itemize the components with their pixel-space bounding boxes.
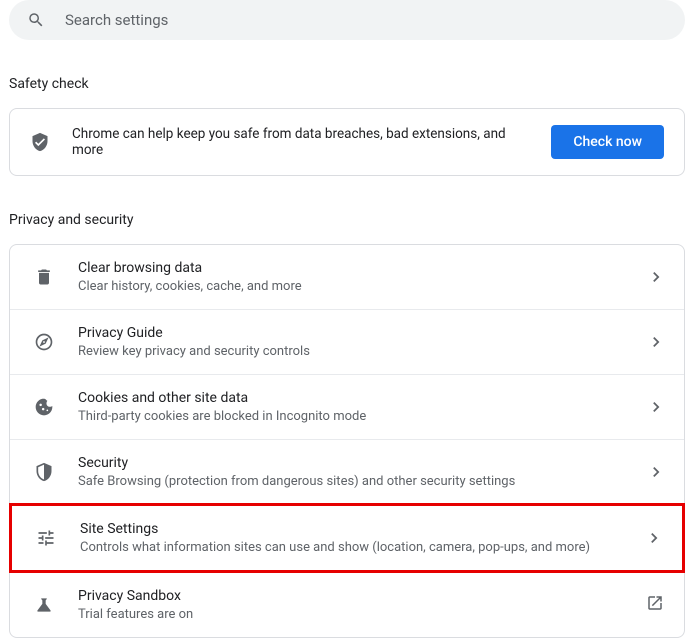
row-title: Privacy Guide [78,325,624,341]
safety-check-card: Chrome can help keep you safe from data … [9,108,685,176]
shield-check-icon [30,132,50,152]
privacy-item-site-settings[interactable]: Site Settings Controls what information s… [9,503,685,573]
cookie-icon [34,397,54,417]
chevron-right-icon [648,467,664,477]
row-subtitle: Trial features are on [78,607,622,622]
search-bar[interactable] [9,0,685,40]
search-input[interactable] [65,11,667,29]
row-text: Site Settings Controls what information s… [80,521,622,555]
privacy-security-list: Clear browsing data Clear history, cookie… [9,244,685,638]
privacy-item-cookies-and-other-site-data[interactable]: Cookies and other site data Third-party c… [10,374,684,439]
row-text: Cookies and other site data Third-party c… [78,390,624,424]
row-text: Privacy Sandbox Trial features are on [78,588,622,622]
chevron-right-icon [648,337,664,347]
row-title: Site Settings [80,521,622,537]
row-subtitle: Clear history, cookies, cache, and more [78,279,624,294]
compass-icon [34,332,54,352]
row-title: Cookies and other site data [78,390,624,406]
chevron-right-icon [646,533,662,543]
row-subtitle: Safe Browsing (protection from dangerous… [78,474,624,489]
shield-icon [34,462,54,482]
row-text: Clear browsing data Clear history, cookie… [78,260,624,294]
row-text: Privacy Guide Review key privacy and secu… [78,325,624,359]
row-subtitle: Third-party cookies are blocked in Incog… [78,409,624,424]
privacy-item-privacy-guide[interactable]: Privacy Guide Review key privacy and secu… [10,309,684,374]
row-subtitle: Controls what information sites can use … [80,540,622,555]
privacy-item-privacy-sandbox[interactable]: Privacy Sandbox Trial features are on [10,572,684,637]
safety-check-heading: Safety check [9,76,694,92]
chevron-right-icon [648,402,664,412]
trash-icon [34,267,54,287]
chevron-right-icon [648,272,664,282]
row-text: Security Safe Browsing (protection from d… [78,455,624,489]
check-now-button[interactable]: Check now [551,125,664,159]
privacy-security-heading: Privacy and security [9,212,694,228]
row-subtitle: Review key privacy and security controls [78,344,624,359]
search-icon [27,11,45,29]
row-title: Privacy Sandbox [78,588,622,604]
row-title: Security [78,455,624,471]
safety-check-row: Chrome can help keep you safe from data … [10,109,684,175]
safety-check-message: Chrome can help keep you safe from data … [72,126,529,158]
privacy-item-clear-browsing-data[interactable]: Clear browsing data Clear history, cookie… [10,245,684,309]
flask-icon [34,595,54,615]
privacy-item-security[interactable]: Security Safe Browsing (protection from d… [10,439,684,504]
row-title: Clear browsing data [78,260,624,276]
external-link-icon [646,594,664,616]
sliders-icon [36,528,56,548]
